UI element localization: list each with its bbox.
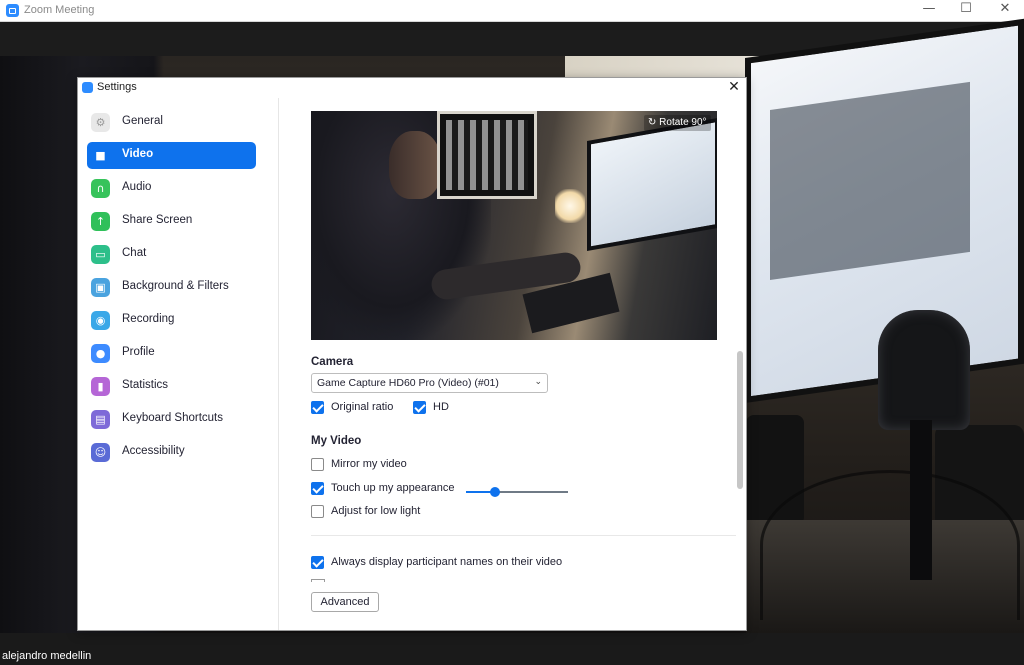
- sidebar-item-keyboard-shortcuts[interactable]: ▤ Keyboard Shortcuts: [87, 406, 256, 433]
- background-filters-icon: ▣: [91, 278, 110, 297]
- meeting-bottom-bar: [0, 633, 1024, 665]
- settings-titlebar: Settings ✕: [78, 78, 746, 98]
- hd-checkbox[interactable]: HD: [413, 400, 453, 416]
- zoom-logo-icon: [6, 4, 19, 17]
- video-cable: [760, 470, 1020, 620]
- sidebar-item-label: Keyboard Shortcuts: [122, 412, 224, 424]
- camera-select-value: Game Capture HD60 Pro (Video) (#01): [317, 377, 499, 389]
- sidebar-item-chat[interactable]: ▭ Chat: [87, 241, 256, 268]
- sidebar-item-label: Video: [122, 148, 154, 160]
- sidebar-item-share-screen[interactable]: ↑ Share Screen: [87, 208, 256, 235]
- sidebar-item-label: Recording: [122, 313, 175, 325]
- settings-title: Settings: [97, 81, 137, 93]
- zoom-titlebar: Zoom Meeting — ☐ ✕: [0, 0, 1024, 22]
- checkbox-label: Adjust for low light: [331, 505, 421, 517]
- low-light-checkbox[interactable]: Adjust for low light: [311, 504, 431, 520]
- video-camera-icon: ■: [95, 149, 106, 162]
- recording-icon: ◉: [91, 311, 110, 330]
- camera-preview: ↻ Rotate 90°: [311, 111, 717, 340]
- chevron-down-icon: ⌄: [534, 377, 542, 387]
- sidebar-item-recording[interactable]: ◉ Recording: [87, 307, 256, 334]
- sidebar-item-label: Chat: [122, 247, 147, 259]
- my-video-section-label: My Video: [311, 435, 362, 447]
- window-title: Zoom Meeting: [24, 4, 95, 16]
- statistics-icon: ▮: [91, 377, 110, 396]
- rotate-icon: ↻: [648, 117, 660, 128]
- settings-scrollbar[interactable]: [737, 351, 743, 489]
- checkbox-box: [311, 505, 324, 518]
- preview-poster: [437, 111, 537, 199]
- always-display-names-checkbox[interactable]: Always display participant names on thei…: [311, 555, 571, 571]
- sidebar-item-label: Share Screen: [122, 214, 193, 226]
- original-ratio-checkbox[interactable]: Original ratio: [311, 400, 406, 416]
- partially-hidden-checkbox[interactable]: [311, 579, 325, 582]
- rotate-label: Rotate 90°: [659, 117, 707, 128]
- settings-sidebar: ⚙ General ■ Video ∩ Audio ↑ Share Screen…: [78, 98, 279, 630]
- checkbox-box: [311, 401, 324, 414]
- share-screen-icon: ↑: [91, 212, 110, 231]
- checkbox-box: [311, 482, 324, 495]
- settings-close-button[interactable]: ✕: [726, 79, 742, 95]
- touch-up-slider[interactable]: [466, 487, 568, 497]
- video-monitor-window: [770, 81, 970, 280]
- sidebar-item-general[interactable]: ⚙ General: [87, 109, 256, 136]
- sidebar-item-label: General: [122, 115, 163, 127]
- mirror-video-checkbox[interactable]: Mirror my video: [311, 457, 421, 473]
- checkbox-label: HD: [433, 401, 449, 413]
- video-microphone: [878, 310, 970, 430]
- keyboard-icon: ▤: [91, 410, 110, 429]
- sidebar-item-label: Statistics: [122, 379, 169, 391]
- sidebar-item-background-filters[interactable]: ▣ Background & Filters: [87, 274, 256, 301]
- sidebar-item-accessibility[interactable]: ☺ Accessibility: [87, 439, 256, 466]
- camera-section-label: Camera: [311, 356, 354, 368]
- video-settings-panel: ↻ Rotate 90° Camera Game Capture HD60 Pr…: [280, 98, 746, 630]
- minimize-button[interactable]: —: [909, 0, 949, 20]
- profile-icon: ●: [91, 344, 110, 363]
- sidebar-item-label: Profile: [122, 346, 155, 358]
- sidebar-item-video[interactable]: ■ Video: [87, 142, 256, 169]
- checkbox-box: [311, 556, 324, 569]
- sidebar-item-audio[interactable]: ∩ Audio: [87, 175, 256, 202]
- sidebar-item-label: Background & Filters: [122, 280, 229, 292]
- video-mic-stand: [910, 420, 932, 580]
- sidebar-item-statistics[interactable]: ▮ Statistics: [87, 373, 256, 400]
- camera-select[interactable]: Game Capture HD60 Pro (Video) (#01) ⌄: [311, 373, 548, 393]
- checkbox-label: Touch up my appearance: [331, 482, 455, 494]
- sidebar-item-label: Accessibility: [122, 445, 185, 457]
- checkbox-label: Original ratio: [331, 401, 394, 413]
- sidebar-item-profile[interactable]: ● Profile: [87, 340, 256, 367]
- checkbox-label: Mirror my video: [331, 458, 407, 470]
- headphones-icon: ∩: [91, 179, 110, 198]
- preview-lamp: [555, 189, 585, 223]
- zoom-logo-icon: [82, 82, 93, 93]
- preview-monitor: [587, 117, 717, 251]
- sidebar-item-label: Audio: [122, 181, 152, 193]
- settings-dialog: Settings ✕ ⚙ General ■ Video ∩ Audio ↑ S…: [77, 77, 747, 631]
- accessibility-icon: ☺: [91, 443, 110, 462]
- participant-name-label: alejandro medellin: [2, 650, 92, 662]
- close-window-button[interactable]: ✕: [985, 0, 1024, 20]
- rotate-90-button[interactable]: ↻ Rotate 90°: [644, 115, 711, 131]
- checkbox-label: Always display participant names on thei…: [331, 556, 563, 568]
- touch-up-checkbox[interactable]: Touch up my appearance: [311, 481, 461, 497]
- preview-face: [389, 131, 441, 199]
- checkbox-box: [311, 458, 324, 471]
- section-divider: [311, 535, 736, 536]
- slider-thumb[interactable]: [489, 487, 500, 497]
- maximize-button[interactable]: ☐: [946, 0, 986, 20]
- advanced-button[interactable]: Advanced: [311, 592, 379, 612]
- checkbox-box: [413, 401, 426, 414]
- chat-bubble-icon: ▭: [91, 245, 110, 264]
- gear-icon: ⚙: [91, 113, 110, 132]
